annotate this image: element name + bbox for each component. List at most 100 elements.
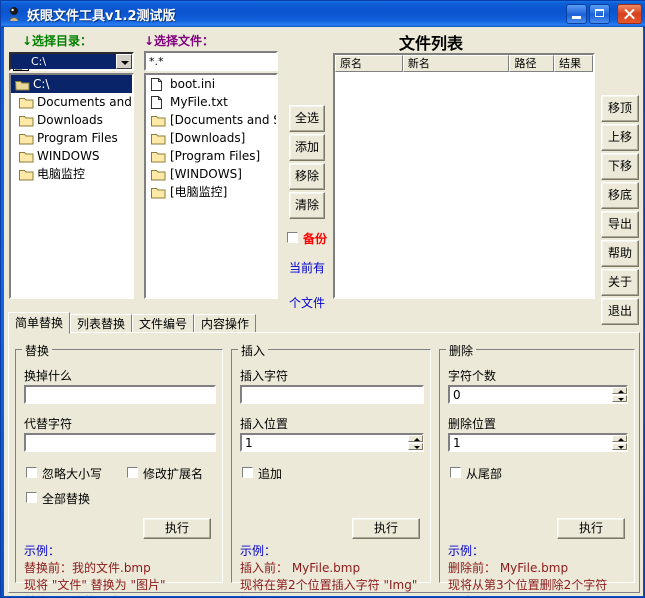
move-bottom-button[interactable]: 移底 xyxy=(601,182,639,209)
checkbox-box xyxy=(26,492,37,503)
tab-0[interactable]: 简单替换 xyxy=(8,312,71,334)
replace-from-input[interactable] xyxy=(24,385,216,404)
file-list-item[interactable]: boot.ini xyxy=(146,75,276,93)
replace-example-title: 示例： xyxy=(24,544,61,558)
file-filter-input[interactable]: *.* xyxy=(144,51,278,71)
delete-example-action: 现将从第3个位置删除2个字符 xyxy=(448,578,608,592)
insert-position-stepper[interactable] xyxy=(408,435,423,450)
move-up-button[interactable]: 上移 xyxy=(601,124,639,151)
files-section-header: ↓选择文件： xyxy=(144,34,215,48)
file-list-item-label: [电脑监控] xyxy=(170,185,228,199)
from-tail-label: 从尾部 xyxy=(466,467,503,481)
folder-icon xyxy=(19,96,34,109)
delete-example-before: 删除前： MyFile.bmp xyxy=(448,561,569,575)
file-list-item[interactable]: [电脑监控] xyxy=(146,183,276,201)
insert-chars-input[interactable] xyxy=(240,385,424,404)
replace-to-input[interactable] xyxy=(24,433,216,452)
tree-item-label: 电脑监控 xyxy=(37,167,86,181)
checkbox-box xyxy=(26,467,37,478)
delete-position-input[interactable]: 1 xyxy=(448,433,628,452)
stepper-down-icon[interactable] xyxy=(612,395,627,402)
directory-tree[interactable]: C:\ Documents and Se Downloads Program File… xyxy=(9,73,134,299)
file-list-item-label: [Program Files] xyxy=(170,149,261,163)
table-body[interactable] xyxy=(335,72,593,297)
delete-count-stepper[interactable] xyxy=(612,387,627,402)
move-top-button[interactable]: 移顶 xyxy=(601,95,639,122)
folder-icon xyxy=(19,132,34,145)
table-header-row: 原名 新名 路径 结果 xyxy=(335,55,593,72)
file-list-item[interactable]: [WINDOWS] xyxy=(146,165,276,183)
stepper-down-icon[interactable] xyxy=(408,443,423,450)
file-count-suffix: 个文件 xyxy=(289,296,326,310)
file-list-item[interactable]: [Downloads] xyxy=(146,129,276,147)
delete-execute-button[interactable]: 执行 xyxy=(557,518,625,539)
directory-section-header: ↓选择目录： xyxy=(22,34,93,48)
table-column-header[interactable]: 结果 xyxy=(554,55,593,72)
delete-group: 删除 字符个数 0 删除位置 1 从尾部 执行 示例： 删除前： MyFile.… xyxy=(439,342,635,596)
tab-3[interactable]: 内容操作 xyxy=(194,314,257,333)
tab-1[interactable]: 列表替换 xyxy=(70,314,133,333)
file-list-item[interactable]: [Documents and Settings] xyxy=(146,111,276,129)
file-list-title: 文件列表 xyxy=(399,34,464,53)
insert-execute-button[interactable]: 执行 xyxy=(352,518,420,539)
close-button[interactable] xyxy=(617,4,642,24)
tree-item[interactable]: Program Files xyxy=(11,129,132,147)
about-button[interactable]: 关于 xyxy=(601,269,639,296)
stepper-down-icon[interactable] xyxy=(612,443,627,450)
minimize-icon xyxy=(567,5,586,23)
tree-item-label: WINDOWS xyxy=(37,149,100,163)
ignore-case-label: 忽略大小写 xyxy=(42,467,103,481)
backup-checkbox[interactable]: 备份 xyxy=(287,230,337,246)
clear-button[interactable]: 清除 xyxy=(289,192,325,219)
replace-execute-button[interactable]: 执行 xyxy=(143,518,211,539)
checkbox-box xyxy=(242,467,253,478)
replace-example-action: 现将 "文件" 替换为 "图片" xyxy=(24,578,166,592)
replace-example-before: 替换前：我的文件.bmp xyxy=(24,561,151,575)
tab-page-simple-replace: 替换 换掉什么 代替字符 忽略大小写 修改扩展名 全部替换 执行 示例： 替换前… xyxy=(8,332,640,596)
minimize-button[interactable] xyxy=(566,4,587,24)
maximize-button[interactable] xyxy=(589,4,610,24)
table-column-header[interactable]: 原名 xyxy=(335,55,403,72)
remove-button[interactable]: 移除 xyxy=(289,163,325,190)
drive-select[interactable]: C:\ xyxy=(9,52,134,71)
checkbox-box xyxy=(450,467,461,478)
backup-label: 备份 xyxy=(303,232,328,246)
delete-example-after: 删除后： Myle.bmp xyxy=(448,593,559,596)
delete-count-input[interactable]: 0 xyxy=(448,385,628,404)
select-all-button[interactable]: 全选 xyxy=(289,105,325,132)
add-button[interactable]: 添加 xyxy=(289,134,325,161)
file-list-item[interactable]: MyFile.txt xyxy=(146,93,276,111)
tree-item[interactable]: 电脑监控 xyxy=(11,165,132,183)
file-list-item[interactable]: [Program Files] xyxy=(146,147,276,165)
chevron-down-icon[interactable] xyxy=(116,54,132,69)
export-button[interactable]: 导出 xyxy=(601,211,639,238)
insert-chars-label: 插入字符 xyxy=(240,369,289,383)
stepper-up-icon[interactable] xyxy=(408,435,423,442)
checkbox-box xyxy=(287,232,298,243)
table-column-header[interactable]: 路径 xyxy=(509,55,555,72)
delete-position-stepper[interactable] xyxy=(612,435,627,450)
tree-item-root[interactable]: C:\ xyxy=(11,75,132,93)
folder-icon xyxy=(151,150,166,163)
tree-item-label: Program Files xyxy=(37,131,118,145)
document-icon xyxy=(151,78,162,91)
file-list-table[interactable]: 原名 新名 路径 结果 xyxy=(333,53,595,299)
stepper-up-icon[interactable] xyxy=(612,387,627,394)
help-button[interactable]: 帮助 xyxy=(601,240,639,267)
tab-2[interactable]: 文件编号 xyxy=(132,314,195,333)
tree-item[interactable]: Documents and Se xyxy=(11,93,132,111)
replace-to-label: 代替字符 xyxy=(24,417,73,431)
tree-item[interactable]: WINDOWS xyxy=(11,147,132,165)
insert-position-input[interactable]: 1 xyxy=(240,433,424,452)
stepper-up-icon[interactable] xyxy=(612,435,627,442)
file-list-item-label: boot.ini xyxy=(170,77,216,91)
delete-example-title: 示例： xyxy=(448,544,485,558)
tree-item[interactable]: Downloads xyxy=(11,111,132,129)
folder-icon xyxy=(19,150,34,163)
table-column-header[interactable]: 新名 xyxy=(402,55,510,72)
file-list-item-label: [Downloads] xyxy=(170,131,246,145)
application-window: 妖眼文件工具v1.2测试版 ↓选择目录： ↓选择文件： 文件列表 C:\ C:\… xyxy=(0,0,645,598)
file-browser-list[interactable]: boot.ini MyFile.txt [Documents and Setting… xyxy=(144,73,278,299)
insert-example-before: 插入前： MyFile.bmp xyxy=(240,561,361,575)
move-down-button[interactable]: 下移 xyxy=(601,153,639,180)
